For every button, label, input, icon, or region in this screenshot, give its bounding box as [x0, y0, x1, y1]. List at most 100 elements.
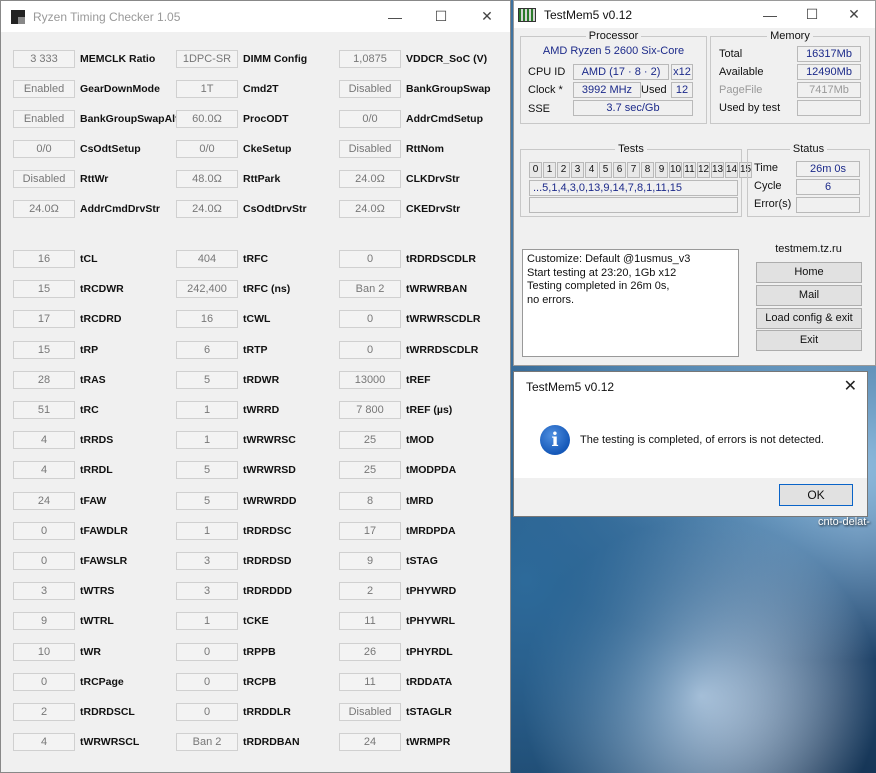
timing-value[interactable]: 25: [339, 431, 401, 450]
timing-row: 26 tPHYRDL: [339, 642, 453, 661]
timing-value[interactable]: 26: [339, 642, 401, 661]
timing-value[interactable]: 51: [13, 401, 75, 419]
timing-value[interactable]: 17: [339, 521, 401, 540]
timing-value[interactable]: 24: [13, 491, 75, 510]
dialog-close-button[interactable]: ✕: [844, 376, 857, 396]
timing-value[interactable]: 11: [339, 672, 401, 691]
timing-value[interactable]: 0/0: [13, 140, 75, 158]
minimize-button[interactable]: —: [749, 1, 791, 28]
timing-value[interactable]: 5: [176, 461, 238, 480]
close-button[interactable]: ✕: [833, 1, 875, 28]
timing-value[interactable]: Enabled: [13, 80, 75, 98]
timing-row: 11 tRDDATA: [339, 672, 452, 691]
timing-label: BankGroupSwap: [406, 83, 491, 95]
timing-row: 2 tRDRDSCL: [13, 703, 135, 721]
timing-value[interactable]: Disabled: [13, 170, 75, 188]
timing-row: 4 tRRDS: [13, 431, 113, 450]
maximize-button[interactable]: ☐: [418, 1, 464, 32]
timing-value[interactable]: 2: [13, 703, 75, 721]
timing-value[interactable]: 0: [176, 703, 238, 721]
timing-value[interactable]: 24: [339, 733, 401, 752]
close-button[interactable]: ✕: [464, 1, 510, 32]
rtc-titlebar[interactable]: Ryzen Timing Checker 1.05 — ☐ ✕: [1, 1, 510, 32]
timing-value[interactable]: 28: [13, 370, 75, 389]
timing-value[interactable]: 1: [176, 431, 238, 450]
timing-value[interactable]: 17: [13, 310, 75, 329]
timing-value[interactable]: 15: [13, 280, 75, 299]
ok-button[interactable]: OK: [779, 484, 853, 506]
timing-value[interactable]: 3: [13, 582, 75, 601]
timing-value[interactable]: 4: [13, 431, 75, 450]
timing-value[interactable]: 0: [13, 552, 75, 570]
testmem-titlebar[interactable]: TestMem5 v0.12 — ☐ ✕: [514, 1, 875, 28]
timing-value[interactable]: 0: [339, 340, 401, 359]
mail-button[interactable]: Mail: [756, 285, 862, 306]
timing-value[interactable]: Ban 2: [339, 280, 401, 299]
timing-value[interactable]: 16: [176, 310, 238, 329]
timing-value[interactable]: 0: [339, 310, 401, 329]
timing-value[interactable]: Disabled: [339, 80, 401, 98]
timing-value[interactable]: 4: [13, 461, 75, 480]
timing-value[interactable]: 48.0Ω: [176, 170, 238, 188]
timing-value[interactable]: Disabled: [339, 140, 401, 158]
testmem-title: TestMem5 v0.12: [544, 7, 633, 22]
dialog-message: The testing is completed, of errors is n…: [580, 434, 824, 446]
timing-value[interactable]: 0/0: [176, 140, 238, 158]
timing-value[interactable]: 10: [13, 642, 75, 661]
timing-value[interactable]: 15: [13, 340, 75, 359]
timing-row: 5 tWRWRDD: [176, 491, 296, 510]
maximize-button[interactable]: ☐: [791, 1, 833, 28]
timing-value[interactable]: 242,400: [176, 280, 238, 299]
timing-value[interactable]: 8: [339, 491, 401, 510]
timing-value[interactable]: 13000: [339, 370, 401, 389]
timing-value[interactable]: 24.0Ω: [13, 200, 75, 218]
timing-value[interactable]: 25: [339, 461, 401, 480]
timing-value[interactable]: Disabled: [339, 703, 401, 721]
timing-value[interactable]: 24.0Ω: [339, 170, 401, 188]
log-output[interactable]: Customize: Default @1usmus_v3 Start test…: [522, 249, 739, 357]
timing-value[interactable]: 0: [13, 521, 75, 540]
timing-value[interactable]: 9: [339, 552, 401, 570]
timing-label: tRC: [80, 404, 99, 416]
timing-value[interactable]: 0/0: [339, 110, 401, 128]
timing-value[interactable]: 4: [13, 733, 75, 752]
timing-value[interactable]: 7 800: [339, 401, 401, 419]
timing-value[interactable]: 0: [176, 642, 238, 661]
timing-value[interactable]: 2: [339, 582, 401, 601]
timing-value[interactable]: 3 333: [13, 50, 75, 68]
timing-value[interactable]: 5: [176, 370, 238, 389]
exit-button[interactable]: Exit: [756, 330, 862, 351]
timing-value[interactable]: 404: [176, 250, 238, 268]
timing-label: tREF: [406, 373, 431, 386]
log-line: no errors.: [527, 293, 575, 306]
timing-row: 1 tWRRD: [176, 401, 279, 419]
desktop-icon-label[interactable]: cnto-delat-: [818, 516, 870, 528]
timing-value[interactable]: 0: [176, 672, 238, 691]
timing-value[interactable]: 3: [176, 582, 238, 601]
timing-value[interactable]: 9: [13, 612, 75, 631]
minimize-button[interactable]: —: [372, 1, 418, 32]
timing-value[interactable]: 1: [176, 401, 238, 419]
timing-value[interactable]: 24.0Ω: [339, 200, 401, 218]
home-button[interactable]: Home: [756, 262, 862, 283]
timing-value[interactable]: Ban 2: [176, 733, 238, 752]
timing-value[interactable]: 3: [176, 552, 238, 570]
timing-value[interactable]: 1,0875: [339, 50, 401, 68]
timing-value[interactable]: 60.0Ω: [176, 110, 238, 128]
timing-value[interactable]: 0: [339, 250, 401, 268]
timing-value[interactable]: 6: [176, 340, 238, 359]
test-cell: 1: [543, 162, 556, 178]
timing-value[interactable]: 0: [13, 672, 75, 691]
timing-value[interactable]: 16: [13, 250, 75, 268]
load-config-exit-button[interactable]: Load config & exit: [756, 308, 862, 329]
timing-label: tMOD: [406, 434, 434, 447]
dialog-titlebar[interactable]: TestMem5 v0.12 ✕: [514, 372, 867, 401]
timing-value[interactable]: 1: [176, 612, 238, 631]
timing-value[interactable]: Enabled: [13, 110, 75, 128]
timing-value[interactable]: 1: [176, 521, 238, 540]
timing-value[interactable]: 5: [176, 491, 238, 510]
timing-value[interactable]: 24.0Ω: [176, 200, 238, 218]
timing-value[interactable]: 11: [339, 612, 401, 631]
timing-value[interactable]: 1T: [176, 80, 238, 98]
timing-value[interactable]: 1DPC-SR: [176, 50, 238, 68]
